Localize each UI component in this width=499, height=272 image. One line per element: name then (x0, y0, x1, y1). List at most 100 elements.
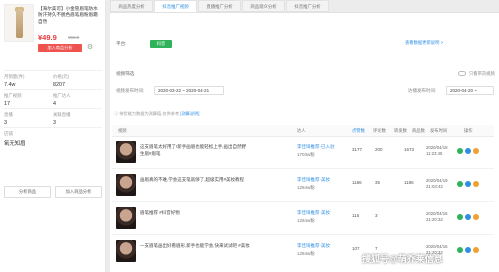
comments-value: 7 (375, 246, 378, 251)
product-card: 【海尔美可】小金管眉笔防水防汗持久不脱色眉笔眉粉眉霜自然 ¥49.9 ¥58.8… (4, 4, 104, 52)
product-original-price: ¥58.8 (68, 35, 80, 40)
stat-cell: 店铺 氧无知眉 (4, 128, 53, 147)
tab-douyin-videos[interactable]: 抖音推广视频 (154, 0, 197, 12)
video-cover[interactable] (116, 141, 136, 163)
shares-value: 1673 (404, 147, 415, 152)
comments-value: 3 (375, 213, 378, 218)
data-update-link[interactable]: 查看数据更新说明 > (405, 40, 443, 46)
publish-date: 2020/04/18 11:23:45 (426, 145, 448, 156)
favorite-icon[interactable] (473, 181, 479, 187)
watermark: 搜狐号@萌乔莱信息 (362, 254, 443, 264)
main-panel: 平台: 抖音 查看数据更新说明 > 视频筛选 只看带货视频 视频发布时间: 20… (110, 12, 499, 272)
stat-cell: 月销量(件) 7.4w (4, 71, 53, 89)
likes-value: 115 (352, 213, 360, 218)
publish-date: 2020/04/19 21:03:42 (426, 178, 448, 189)
comments-value: 35 (375, 180, 381, 185)
favorite-icon[interactable] (473, 214, 479, 220)
row-actions (457, 247, 479, 253)
stat-value: 8207 (53, 82, 65, 88)
settings-icon[interactable]: ⚙ (86, 44, 94, 52)
date-label: 视频发布时间: (116, 88, 145, 93)
add-product-analysis-button[interactable]: 加入商品分析 (55, 186, 102, 198)
product-price: ¥49.9 (38, 33, 57, 42)
play-icon[interactable] (457, 214, 463, 220)
detail-icon[interactable] (465, 214, 471, 220)
stat-label: 关联直播 (53, 112, 71, 117)
add-to-analysis-button[interactable]: 加入商品分析 (38, 44, 82, 52)
likes-value: 3177 (352, 147, 363, 152)
favorite-icon[interactable] (473, 247, 479, 253)
stat-value: 3 (4, 120, 7, 126)
video-cover[interactable] (116, 207, 136, 229)
play-icon[interactable] (457, 181, 463, 187)
col-date[interactable]: 发布时间 (430, 125, 447, 137)
author-name[interactable]: 李佳琦推荐·已入驻 (297, 144, 335, 150)
video-title[interactable]: 一支眉笔画出好看眉形,新手也能学会,快来试试吧 #美妆 (140, 242, 250, 249)
product-stats: 月销量(件) 7.4w 价格(元) 8207 推广视频 17 推广达人 4 直播 3 关联… (4, 70, 102, 147)
col-shares[interactable]: 转发数 (394, 125, 407, 137)
detail-icon[interactable] (465, 148, 471, 154)
tab-live-analysis[interactable]: 直播推广分析 (198, 0, 241, 12)
section-label: 视频筛选 (116, 71, 135, 76)
detail-icon[interactable] (465, 247, 471, 253)
stat-row: 月销量(件) 7.4w 价格(元) 8207 (4, 70, 102, 89)
author-name[interactable]: 李佳琦推荐·美妆 (297, 177, 330, 183)
col-ops: 操作 (464, 128, 473, 133)
video-cover[interactable] (116, 240, 136, 262)
likes-value: 1186 (352, 180, 362, 185)
platform-chip[interactable]: 抖音 (150, 40, 172, 48)
table-row[interactable]: 眉笔推荐 #抖音好物 李佳琦推荐·美妆 1284w粉 115 3 2020/04… (112, 203, 494, 235)
date2-range-picker[interactable]: 2020-04-20 ~ (446, 86, 494, 95)
info-tip: ⓘ 带货能力数据为测算值,仅供参考 [测算说明] (114, 111, 199, 117)
stat-cell: 价格(元) 8207 (53, 71, 102, 89)
video-title[interactable]: 画眉真的不难,学会这支笔就够了,超级实用#美妆教程 (140, 176, 250, 183)
stat-value: 4 (53, 101, 56, 107)
product-panel: 【海尔美可】小金管眉笔防水防汗持久不脱色眉笔眉粉眉霜自然 ¥49.9 ¥58.8… (0, 0, 106, 272)
stat-cell (53, 128, 102, 146)
stat-label: 推广视频 (4, 93, 22, 98)
tab-product-heat[interactable]: 商品热度分析 (110, 0, 153, 12)
author-fans: 1284w粉 (297, 218, 315, 223)
col-likes[interactable]: 点赞数 (352, 125, 365, 137)
favorite-icon[interactable] (473, 148, 479, 154)
product-image[interactable] (4, 4, 34, 42)
col-goods[interactable]: 商品数 (412, 125, 425, 137)
tab-bar: 商品热度分析 抖音推广视频 直播推广分析 商品观众分析 抖音推广分析 (110, 0, 499, 12)
stat-cell: 推广视频 17 (4, 90, 53, 108)
detail-icon[interactable] (465, 181, 471, 187)
stat-value: 17 (4, 101, 10, 107)
play-icon[interactable] (457, 247, 463, 253)
comments-value: 200 (375, 147, 383, 152)
row-actions (457, 148, 479, 154)
product-title[interactable]: 【海尔美可】小金管眉笔防水防汗持久不脱色眉笔眉粉眉霜自然 (38, 6, 102, 25)
stat-label: 推广达人 (53, 93, 71, 98)
tab-promotion-analysis[interactable]: 抖音推广分析 (286, 0, 329, 12)
likes-value: 107 (352, 246, 360, 251)
table-row[interactable]: 画眉真的不难,学会这支笔就够了,超级实用#美妆教程 李佳琦推荐·美妆 1284w… (112, 170, 494, 202)
author-fans: 1284w粉 (297, 251, 315, 256)
stat-cell: 关联直播 3 (53, 109, 102, 127)
stat-row: 推广视频 17 推广达人 4 (4, 89, 102, 108)
author-name[interactable]: 李佳琦推荐·美妆 (297, 243, 330, 249)
author-fans: 1284w粉 (297, 185, 315, 190)
stat-value: 7.4w (4, 82, 16, 88)
video-title[interactable]: 这支眉笔太好用了!新手画眉也能轻松上手,画出自然野生眉#眉笔 (140, 143, 250, 157)
tab-audience-analysis[interactable]: 商品观众分析 (242, 0, 285, 12)
col-comments[interactable]: 评论数 (373, 125, 386, 137)
stat-label: 月销量(件) (4, 74, 25, 79)
video-cover[interactable] (116, 174, 136, 196)
author-name[interactable]: 李佳琦推荐·美妆 (297, 210, 330, 216)
date2-label: 达播发布时间: (408, 88, 437, 93)
table-row[interactable]: 这支眉笔太好用了!新手画眉也能轻松上手,画出自然野生眉#眉笔 李佳琦推荐·已入驻… (112, 137, 494, 169)
only-goods-toggle[interactable] (458, 71, 466, 76)
analyze-product-button[interactable]: 分析商品 (4, 186, 51, 198)
row-actions (457, 214, 479, 220)
pencil-body (16, 9, 23, 38)
author-fans: 1703w粉 (297, 152, 315, 157)
shares-value: 1186 (404, 180, 414, 185)
date-range-picker[interactable]: 2020-03-22 ~ 2020-04-21 (154, 86, 224, 95)
video-title[interactable]: 眉笔推荐 #抖音好物 (140, 209, 250, 216)
play-icon[interactable] (457, 148, 463, 154)
calc-explain-link[interactable]: [测算说明] (180, 111, 199, 116)
left-action-buttons: 分析商品 加入商品分析 (4, 186, 102, 198)
